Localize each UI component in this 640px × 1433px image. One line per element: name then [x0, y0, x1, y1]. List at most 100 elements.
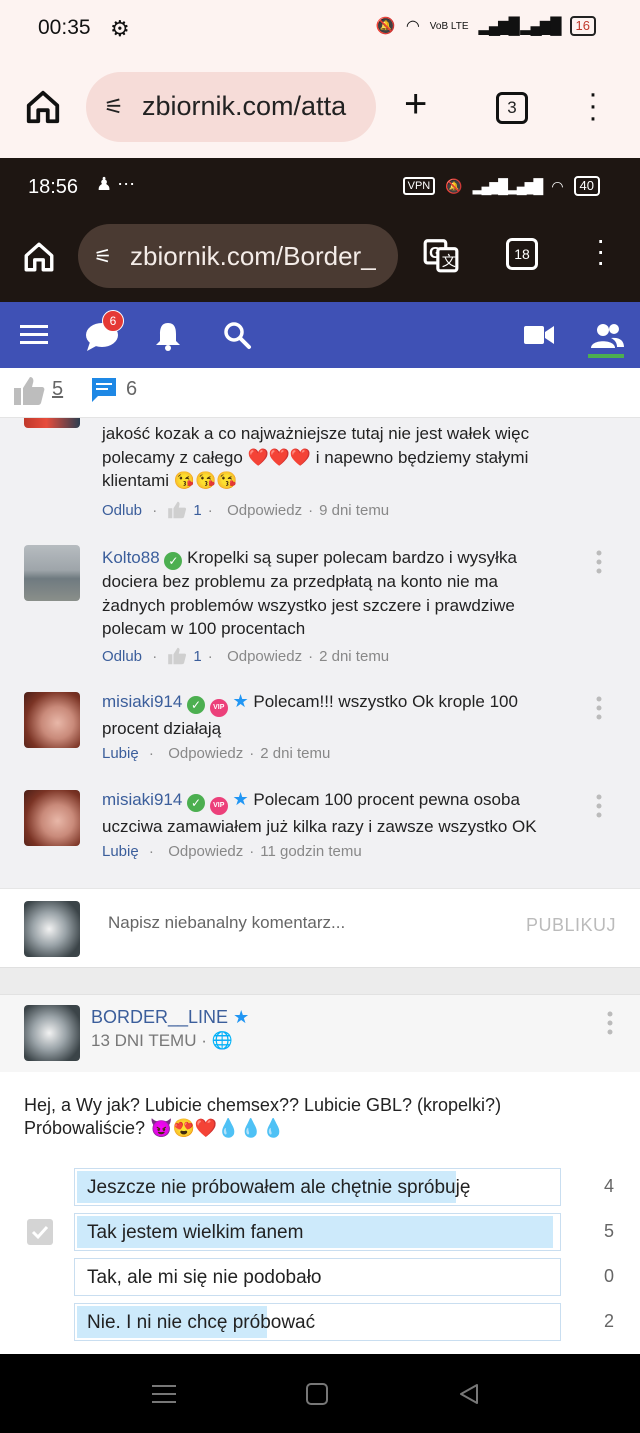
comment-like-count: 1 [193, 647, 202, 665]
outer-url-text: zbiornik.com/atta [142, 91, 347, 121]
poll-option[interactable]: Tak jestem wielkim fanem [74, 1213, 561, 1251]
publish-button[interactable]: PUBLIKUJ [526, 915, 616, 936]
separator: · [144, 843, 163, 860]
comment-author[interactable]: misiaki914 [102, 692, 182, 711]
browser-menu-icon[interactable]: · · · [588, 79, 598, 133]
comment-author[interactable]: misiaki914 [102, 790, 182, 809]
site-settings-icon[interactable]: ⚟ [94, 244, 112, 269]
commenter-avatar[interactable] [24, 545, 80, 601]
translate-icon[interactable]: G 文 [422, 236, 460, 274]
search-icon[interactable] [222, 320, 252, 350]
poll-option[interactable]: Tak, ale mi się nie podobało [74, 1258, 561, 1296]
poll-option-label: Tak, ale mi się nie podobało [87, 1267, 322, 1288]
more-options-icon[interactable] [596, 794, 602, 818]
unlike-link[interactable]: Odlub [102, 648, 142, 665]
like-count[interactable]: 5 [52, 378, 63, 401]
more-options-icon[interactable] [596, 696, 602, 720]
home-icon[interactable] [22, 240, 56, 274]
thumbs-up-icon [168, 647, 187, 665]
signal-icon: ▂▄▆█ ▂▄▆█ [472, 177, 544, 194]
poll-count: 0 [604, 1266, 615, 1286]
separator: · [249, 843, 255, 860]
inner-status-time: 18:56 [28, 176, 79, 198]
inner-browser-toolbar: ⚟ zbiornik.com/Border_ G 文 18 · · · [0, 220, 640, 302]
post-author-avatar[interactable] [24, 1005, 80, 1061]
globe-icon: 🌐 [211, 1031, 233, 1050]
browser-menu-icon[interactable]: · · · [596, 226, 605, 276]
commenter-avatar[interactable] [24, 692, 80, 748]
poll-option[interactable]: Jeszcze nie próbowałem ale chętnie sprób… [74, 1168, 561, 1206]
separator: · [308, 647, 314, 665]
person-icon: ♟ ⋯ [96, 174, 136, 194]
poll-option[interactable]: Nie. I ni nie chcę próbować [74, 1303, 561, 1341]
verified-icon: ✓ [187, 794, 206, 812]
comment-time: 2 dni temu [260, 745, 331, 762]
post-date-text: 13 DNI TEMU · [91, 1031, 207, 1050]
status-icons: 🔕 ◠ VoB LTE ▂▄▆█ ▂▄▆█ 16 [376, 16, 596, 36]
recent-apps-icon[interactable] [152, 1384, 176, 1404]
poll-count: 5 [604, 1221, 615, 1241]
mute-icon: 🔕 [445, 177, 463, 194]
back-icon[interactable] [458, 1383, 480, 1405]
checkbox-checked-icon[interactable] [27, 1219, 53, 1245]
system-navigation-bar [0, 1354, 640, 1433]
comment-input[interactable]: Napisz niebanalny komentarz... [108, 913, 345, 933]
site-navbar: 6 [0, 302, 640, 368]
signal-icon: ▂▄▆█ ▂▄▆█ [478, 18, 562, 35]
commenter-avatar[interactable] [24, 790, 80, 846]
tab-switcher-button[interactable]: 18 [506, 238, 538, 270]
like-link[interactable]: Lubię [102, 843, 139, 860]
comment-meta: Odlub · 1 · Odpowiedz · 9 dni temu [102, 500, 389, 520]
comment-time: 11 godzin temu [260, 843, 362, 860]
comments-list: jakość kozak a co najważniejsze tutaj ni… [0, 418, 640, 968]
mute-icon: 🔕 [375, 18, 396, 35]
more-options-icon[interactable] [596, 550, 602, 574]
outer-browser-toolbar: ⚟ zbiornik.com/atta + 3 · · · [0, 60, 640, 158]
reply-link[interactable]: Odpowiedz [227, 502, 302, 519]
comment-icon[interactable] [90, 376, 118, 404]
poll-option-label: Tak jestem wielkim fanem [87, 1222, 304, 1243]
inner-url-bar[interactable]: ⚟ zbiornik.com/Border_ [78, 224, 398, 288]
like-link[interactable]: Lubię [102, 745, 139, 762]
comment-item: jakość kozak a co najważniejsze tutaj ni… [0, 418, 640, 530]
video-camera-icon[interactable] [524, 324, 554, 346]
comment-author[interactable]: Kolto88 [102, 548, 160, 567]
new-tab-icon[interactable]: + [404, 84, 427, 124]
post-author[interactable]: BORDER__LINE ★ [91, 1007, 249, 1028]
separator: · [249, 745, 255, 762]
vip-badge: VIP [209, 797, 228, 815]
own-avatar [24, 901, 80, 957]
write-comment-box: Napisz niebanalny komentarz... PUBLIKUJ [0, 888, 640, 968]
reply-link[interactable]: Odpowiedz [227, 648, 302, 665]
reply-link[interactable]: Odpowiedz [168, 843, 243, 860]
messages-badge: 6 [102, 310, 124, 332]
comment-meta: Odlub · 1 · Odpowiedz · 2 dni temu [102, 646, 389, 666]
post-separator [0, 968, 640, 994]
star-icon: ★ [232, 691, 249, 711]
inner-status-bar: 18:56 ♟ ⋯ VPN 🔕 ▂▄▆█ ▂▄▆█ ◠ 40 [0, 158, 640, 220]
friends-icon[interactable] [590, 320, 624, 354]
thumbs-up-icon[interactable] [12, 374, 46, 408]
site-settings-icon[interactable]: ⚟ [104, 94, 124, 120]
reply-link[interactable]: Odpowiedz [168, 745, 243, 762]
poll-option-label: Jeszcze nie próbowałem ale chętnie sprób… [87, 1177, 471, 1198]
hamburger-menu-icon[interactable] [20, 322, 48, 346]
more-options-icon[interactable] [607, 1011, 613, 1035]
home-button-icon[interactable] [306, 1383, 328, 1405]
battery-icon: 16 [569, 16, 596, 36]
post-date: 13 DNI TEMU · 🌐 [91, 1031, 233, 1051]
inner-status-icons: VPN 🔕 ▂▄▆█ ▂▄▆█ ◠ 40 [402, 176, 600, 196]
comment-item: misiaki914 ✓ VIP ★ Polecam 100 procent p… [0, 788, 640, 878]
outer-url-bar[interactable]: ⚟ zbiornik.com/atta [86, 72, 376, 142]
comment-meta: Lubię · Odpowiedz · 11 godzin temu [102, 843, 362, 860]
vip-badge: VIP [209, 699, 228, 717]
notifications-bell-icon[interactable] [154, 320, 182, 352]
comment-item: misiaki914 ✓ VIP ★ Polecam!!! wszystko O… [0, 690, 640, 780]
verified-icon: ✓ [164, 552, 183, 570]
unlike-link[interactable]: Odlub [102, 502, 142, 519]
tab-switcher-button[interactable]: 3 [496, 92, 528, 124]
comment-like-count: 1 [193, 501, 202, 519]
home-icon[interactable] [24, 88, 62, 126]
separator: · [308, 501, 314, 519]
poll-count: 2 [604, 1311, 615, 1331]
